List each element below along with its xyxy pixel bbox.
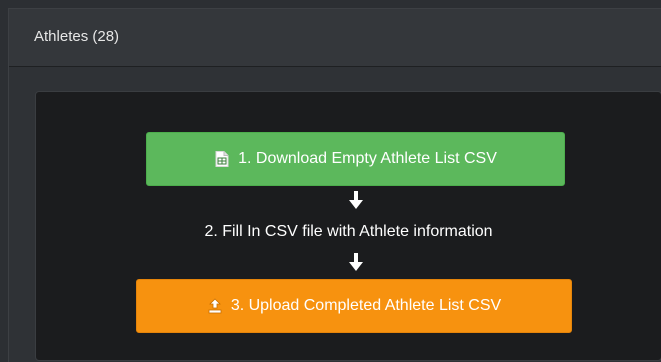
athletes-panel: Athletes (28) 1. Download Empty Athlete … <box>8 8 661 362</box>
arrow-down-icon <box>349 253 363 271</box>
spreadsheet-icon <box>214 151 230 167</box>
arrow-down-icon <box>349 191 363 209</box>
fill-in-csv-instruction: 2. Fill In CSV file with Athlete informa… <box>204 223 493 240</box>
upload-csv-label: 3. Upload Completed Athlete List CSV <box>230 297 502 314</box>
panel-title: Athletes (28) <box>34 28 120 45</box>
csv-import-steps: 1. Download Empty Athlete List CSV 2. Fi… <box>35 91 661 361</box>
download-csv-label: 1. Download Empty Athlete List CSV <box>238 150 497 167</box>
upload-icon <box>207 298 223 314</box>
upload-csv-button[interactable]: 3. Upload Completed Athlete List CSV <box>136 279 572 333</box>
panel-header: Athletes (28) <box>9 9 661 67</box>
download-csv-button[interactable]: 1. Download Empty Athlete List CSV <box>146 132 565 186</box>
